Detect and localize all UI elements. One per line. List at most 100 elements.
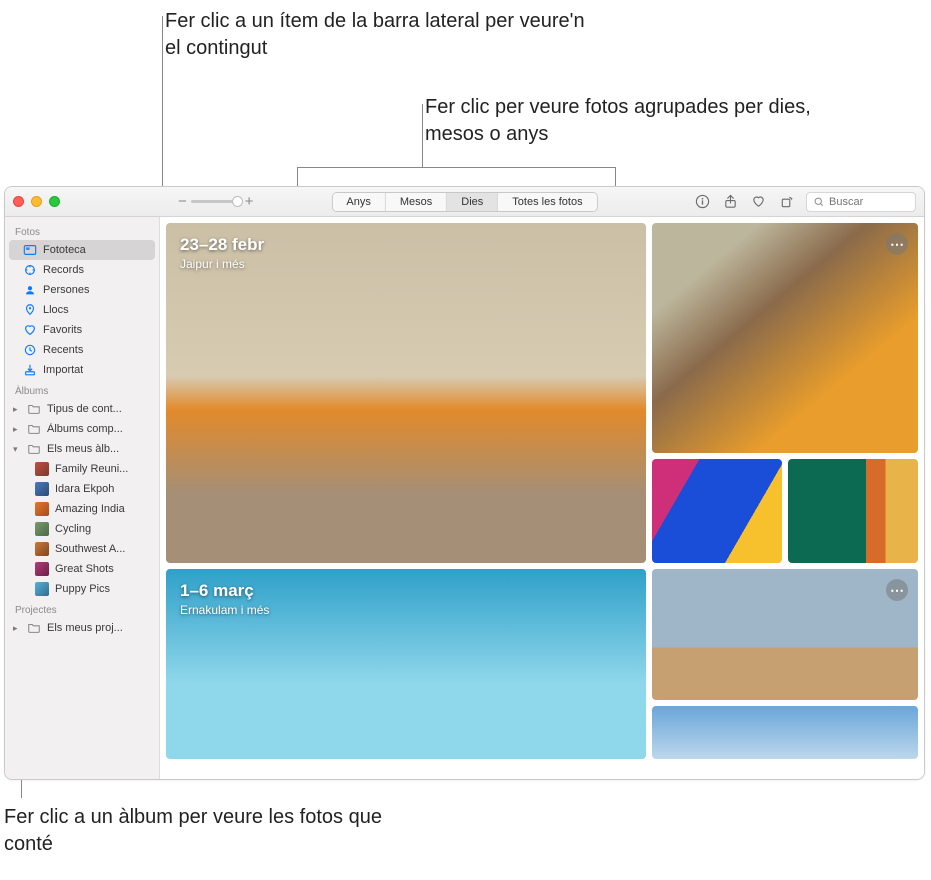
sidebar-item-recents[interactable]: Recents	[5, 340, 159, 360]
sidebar-item-label: Puppy Pics	[55, 583, 110, 595]
album-thumb-icon	[35, 582, 49, 596]
sidebar-item-label: Els meus proj...	[47, 622, 123, 634]
sidebar-album-cycling[interactable]: Cycling	[5, 519, 159, 539]
sidebar-item-imported[interactable]: Importat	[5, 360, 159, 380]
group-header: 1–6 març Ernakulam i més	[180, 581, 269, 617]
sidebar-album-family-reunion[interactable]: Family Reuni...	[5, 459, 159, 479]
close-button[interactable]	[13, 196, 24, 207]
callout-leader	[422, 104, 423, 167]
chevron-right-icon: ▸	[13, 404, 21, 415]
sidebar-item-label: Fototeca	[43, 244, 86, 256]
sidebar-item-favorites[interactable]: Favorits	[5, 320, 159, 340]
people-icon	[23, 283, 37, 297]
album-thumb-icon	[35, 482, 49, 496]
sidebar-album-great-shots[interactable]: Great Shots	[5, 559, 159, 579]
search-input[interactable]	[829, 196, 909, 208]
sidebar-item-label: Àlbums comp...	[47, 423, 123, 435]
places-icon	[23, 303, 37, 317]
segment-years[interactable]: Anys	[332, 193, 385, 211]
sidebar-item-label: Importat	[43, 364, 83, 376]
group-date: 23–28 febr	[180, 235, 264, 255]
callout-segmented: Fer clic per veure fotos agrupades per d…	[425, 94, 845, 148]
segment-months[interactable]: Mesos	[386, 193, 447, 211]
heart-icon	[23, 323, 37, 337]
sidebar-item-label: Southwest A...	[55, 543, 125, 555]
album-thumb-icon	[35, 522, 49, 536]
folder-icon	[27, 442, 41, 456]
share-icon[interactable]	[722, 194, 738, 210]
photo-tile[interactable]	[788, 459, 918, 563]
sidebar-item-media-types[interactable]: ▸ Tipus de cont...	[5, 399, 159, 419]
photo-hero[interactable]: 1–6 març Ernakulam i més	[166, 569, 646, 759]
sidebar-album-idara-ekpoh[interactable]: Idara Ekpoh	[5, 479, 159, 499]
day-group: 1–6 març Ernakulam i més ⋯	[160, 569, 924, 765]
zoom-out-icon: −	[178, 193, 187, 210]
fullscreen-button[interactable]	[49, 196, 60, 207]
photo-tile[interactable]	[652, 459, 782, 563]
more-button[interactable]: ⋯	[886, 233, 908, 255]
group-location: Jaipur i més	[180, 257, 264, 271]
folder-icon	[27, 422, 41, 436]
sidebar-item-shared-albums[interactable]: ▸ Àlbums comp...	[5, 419, 159, 439]
photo-hero[interactable]: 23–28 febr Jaipur i més	[166, 223, 646, 563]
sidebar-section-albums: Àlbums	[5, 380, 159, 399]
sidebar-item-library[interactable]: Fototeca	[9, 240, 155, 260]
sidebar-item-places[interactable]: Llocs	[5, 300, 159, 320]
sidebar-item-memories[interactable]: Records	[5, 260, 159, 280]
view-segmented-control: Anys Mesos Dies Totes les fotos	[331, 192, 597, 212]
sidebar: Fotos Fototeca Records Persones	[5, 217, 160, 779]
sidebar-item-my-projects[interactable]: ▸ Els meus proj...	[5, 618, 159, 638]
segment-days[interactable]: Dies	[447, 193, 498, 211]
sidebar-item-label: Persones	[43, 284, 89, 296]
album-thumb-icon	[35, 562, 49, 576]
zoom-track[interactable]	[191, 200, 241, 203]
chevron-right-icon: ▸	[13, 623, 21, 634]
window-controls	[13, 196, 60, 207]
sidebar-item-my-albums[interactable]: ▾ Els meus àlb...	[5, 439, 159, 459]
minimize-button[interactable]	[31, 196, 42, 207]
sidebar-album-amazing-india[interactable]: Amazing India	[5, 499, 159, 519]
clock-icon	[23, 343, 37, 357]
favorite-icon[interactable]	[750, 194, 766, 210]
info-icon[interactable]	[694, 194, 710, 210]
zoom-in-icon: +	[245, 193, 254, 210]
callout-album: Fer clic a un àlbum per veure les fotos …	[4, 804, 424, 858]
photos-app-window: − + Anys Mesos Dies Totes les fotos	[4, 186, 925, 780]
sidebar-album-southwest-a[interactable]: Southwest A...	[5, 539, 159, 559]
sidebar-item-label: Llocs	[43, 304, 69, 316]
sidebar-item-people[interactable]: Persones	[5, 280, 159, 300]
sidebar-item-label: Great Shots	[55, 563, 114, 575]
memories-icon	[23, 263, 37, 277]
photo-tile[interactable]: ⋯	[652, 569, 918, 700]
search-field[interactable]	[806, 192, 916, 212]
import-icon	[23, 363, 37, 377]
zoom-slider[interactable]: − +	[178, 193, 254, 210]
group-location: Ernakulam i més	[180, 603, 269, 617]
sidebar-item-label: Family Reuni...	[55, 463, 128, 475]
segment-all-photos[interactable]: Totes les fotos	[498, 193, 596, 211]
album-thumb-icon	[35, 542, 49, 556]
sidebar-album-puppy-pics[interactable]: Puppy Pics	[5, 579, 159, 599]
zoom-thumb[interactable]	[232, 196, 243, 207]
sidebar-item-label: Tipus de cont...	[47, 403, 122, 415]
photo-grid: 23–28 febr Jaipur i més ⋯	[160, 217, 924, 779]
album-thumb-icon	[35, 502, 49, 516]
titlebar: − + Anys Mesos Dies Totes les fotos	[5, 187, 924, 217]
group-header: 23–28 febr Jaipur i més	[180, 235, 264, 271]
search-icon	[813, 196, 825, 208]
more-button[interactable]: ⋯	[886, 579, 908, 601]
photo-tile[interactable]: ⋯	[652, 223, 918, 453]
rotate-icon[interactable]	[778, 194, 794, 210]
callout-leader	[297, 167, 615, 168]
day-group: 23–28 febr Jaipur i més ⋯	[160, 217, 924, 569]
sidebar-item-label: Favorits	[43, 324, 82, 336]
chevron-down-icon: ▾	[13, 444, 21, 455]
sidebar-item-label: Records	[43, 264, 84, 276]
chevron-right-icon: ▸	[13, 424, 21, 435]
library-icon	[23, 243, 37, 257]
photo-tile[interactable]	[652, 706, 918, 759]
folder-icon	[27, 621, 41, 635]
toolbar-right	[694, 192, 916, 212]
sidebar-section-projects: Projectes	[5, 599, 159, 618]
callout-sidebar: Fer clic a un ítem de la barra lateral p…	[165, 8, 585, 62]
